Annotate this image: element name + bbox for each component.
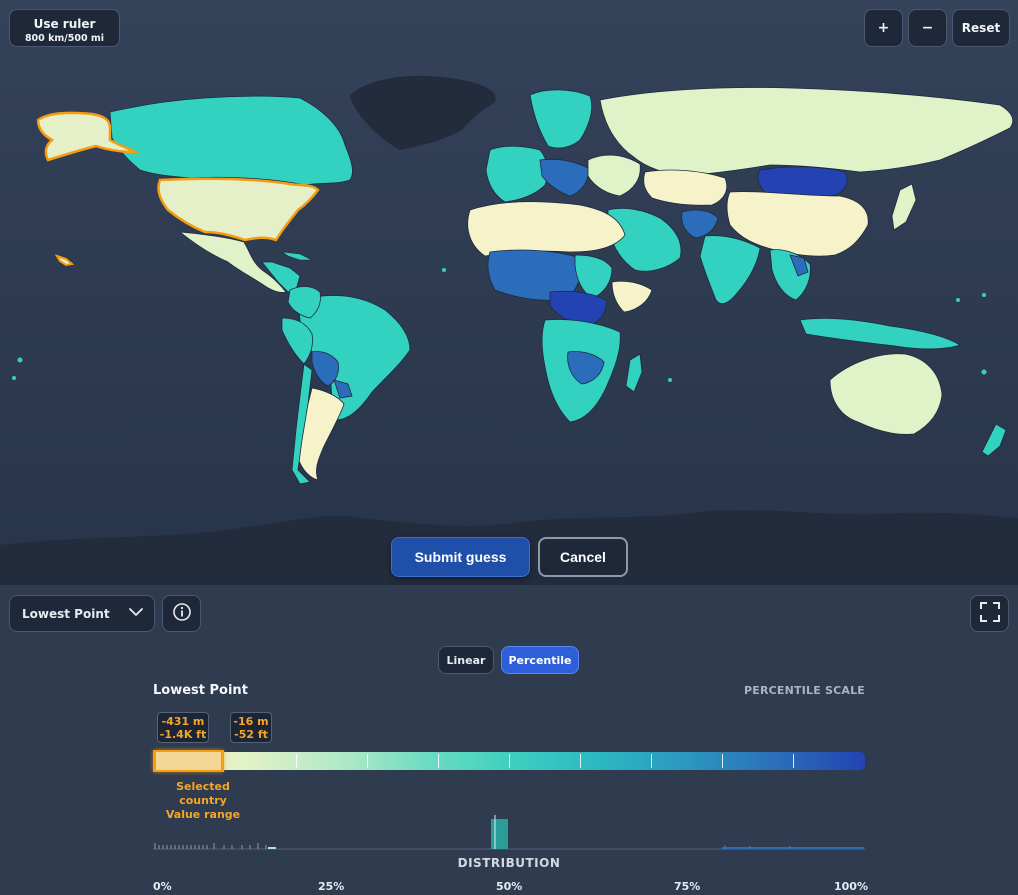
metric-dropdown[interactable]: Lowest Point [9, 595, 155, 632]
cancel-button[interactable]: Cancel [538, 537, 628, 577]
range-min-feet: -1.4K ft [159, 728, 207, 741]
chevron-down-icon [128, 604, 144, 624]
island-dot [982, 293, 986, 297]
country-chad[interactable] [574, 254, 613, 299]
map-canvas[interactable] [0, 0, 1018, 585]
country-usa-hawaii[interactable] [54, 254, 75, 267]
reset-button[interactable]: Reset [952, 9, 1010, 47]
selected-range-marker[interactable] [153, 750, 225, 772]
range-min-meters: -431 m [161, 715, 205, 728]
info-icon [172, 602, 192, 626]
caption-line-1: Selected country [176, 780, 230, 807]
ruler-label: Use ruler [33, 17, 96, 31]
range-min-value: -431 m -1.4K ft [157, 712, 209, 743]
scale-tick [793, 754, 794, 768]
country-usa[interactable] [157, 177, 320, 242]
region-southeast-asia[interactable] [769, 249, 811, 301]
metric-panel: Lowest Point Linear Percentile Lowest Po… [0, 585, 1018, 895]
country-cuba[interactable] [281, 251, 313, 261]
scale-tick [509, 754, 510, 768]
country-madagascar[interactable] [625, 353, 643, 393]
island-dot [956, 298, 960, 302]
region-scandinavia[interactable] [529, 89, 593, 149]
region-western-europe[interactable] [485, 145, 549, 203]
island-dot [981, 369, 987, 375]
region-eastern-europe[interactable] [587, 154, 641, 197]
range-max-feet: -52 ft [234, 728, 268, 741]
range-max-meters: -16 m [233, 715, 269, 728]
scale-tick [296, 754, 297, 768]
island-dot [17, 357, 23, 363]
fullscreen-icon [979, 601, 1001, 627]
metric-dropdown-value: Lowest Point [22, 606, 110, 621]
submit-guess-button[interactable]: Submit guess [391, 537, 530, 577]
country-japan[interactable] [891, 183, 917, 231]
fullscreen-button[interactable] [970, 595, 1009, 632]
percentile-scale-button[interactable]: Percentile [501, 646, 579, 674]
country-australia[interactable] [829, 353, 943, 435]
scale-tick [722, 754, 723, 768]
region-central-europe[interactable] [539, 158, 589, 197]
axis-tick-25: 25% [318, 880, 345, 893]
range-max-value: -16 m -52 ft [230, 712, 272, 743]
distribution-histogram [153, 815, 865, 850]
scale-type-label: PERCENTILE SCALE [743, 684, 865, 697]
distribution-label: DISTRIBUTION [457, 856, 561, 870]
country-canada[interactable] [109, 95, 353, 186]
country-india[interactable] [699, 235, 761, 305]
country-kazakhstan[interactable] [643, 169, 728, 206]
axis-tick-100: 100% [834, 880, 868, 893]
country-russia[interactable] [599, 87, 1014, 177]
island-dot [668, 378, 672, 382]
info-button[interactable] [162, 595, 201, 632]
country-mongolia[interactable] [757, 166, 848, 197]
region-indonesia[interactable] [799, 317, 961, 350]
scale-tick [367, 754, 368, 768]
zoom-in-button[interactable]: + [864, 9, 903, 47]
region-horn-of-africa[interactable] [611, 280, 653, 313]
landmass-greenland [350, 75, 496, 150]
scale-tick [651, 754, 652, 768]
scale-tick [438, 754, 439, 768]
legend-title: Lowest Point [153, 683, 248, 698]
country-new-zealand[interactable] [981, 423, 1007, 457]
world-map[interactable]: Use ruler 800 km/500 mi + − Reset Submit… [0, 0, 1018, 585]
island-dot [442, 268, 446, 272]
zoom-out-button[interactable]: − [908, 9, 947, 47]
axis-tick-50: 50% [496, 880, 523, 893]
scale-toggle: Linear Percentile [438, 646, 579, 674]
region-north-africa[interactable] [467, 201, 626, 257]
axis-tick-75: 75% [674, 880, 701, 893]
country-afghanistan[interactable] [681, 209, 719, 239]
use-ruler-button[interactable]: Use ruler 800 km/500 mi [9, 9, 120, 47]
scale-tick [580, 754, 581, 768]
axis-tick-0: 0% [153, 880, 172, 893]
ruler-scale: 800 km/500 mi [24, 33, 105, 44]
linear-scale-button[interactable]: Linear [438, 646, 494, 674]
island-dot [12, 376, 16, 380]
